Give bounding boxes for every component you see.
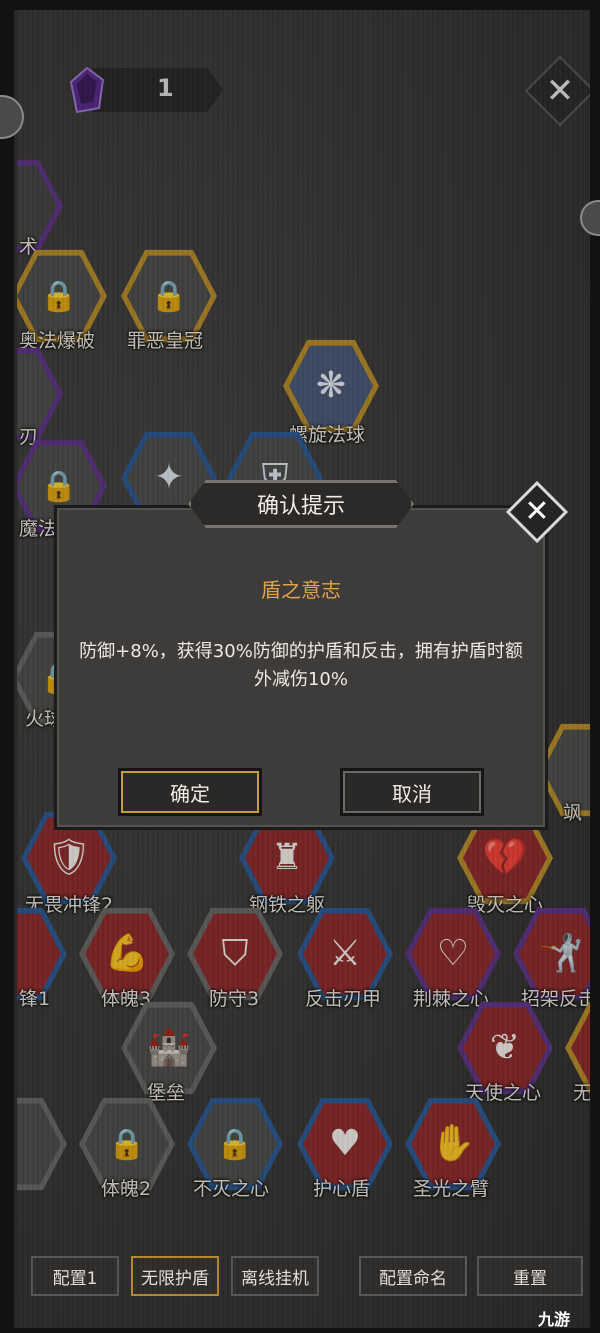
winged-heart-icon: ❦ bbox=[489, 1027, 521, 1068]
node-label: 荆棘之心 bbox=[413, 988, 490, 1010]
watermark-logo: 九游 bbox=[538, 1310, 571, 1329]
config1-button[interactable]: 配置1 bbox=[31, 1256, 119, 1296]
node-label: 圣光之臂 bbox=[413, 1178, 490, 1200]
castle-icon: 🏰 bbox=[146, 1027, 192, 1068]
node-label: 反击刃甲 bbox=[305, 988, 382, 1010]
node-label: 不灭之心 bbox=[193, 1178, 270, 1200]
skill-description: 防御+8%，获得30%防御的护盾和反击，拥有护盾时额外减伤10% bbox=[79, 641, 523, 690]
node-label: 体魄2 bbox=[101, 1178, 152, 1200]
bolt-icon: ✦ bbox=[153, 457, 185, 498]
broken-heart-icon: 💔 bbox=[482, 837, 528, 878]
lock-icon: 🔒 bbox=[108, 1126, 146, 1162]
skill-node[interactable] bbox=[17, 1097, 67, 1191]
node-label: 魔法 bbox=[19, 518, 58, 540]
confirm-button[interactable]: 确定 bbox=[118, 768, 262, 816]
fighters-icon: 🤺 bbox=[538, 933, 584, 974]
sword-knight-icon: ⚔ bbox=[328, 933, 362, 974]
dialog-title: 确认提示 bbox=[256, 494, 345, 519]
orb-cluster-icon: ❋ bbox=[315, 365, 347, 406]
lock-icon: 🔒 bbox=[150, 278, 188, 314]
close-icon: ✕ bbox=[524, 494, 550, 529]
reset-button[interactable]: 重置 bbox=[477, 1256, 583, 1296]
unlimited-shield-button[interactable]: 无限护盾 bbox=[131, 1256, 219, 1296]
node-label: 护心盾 bbox=[313, 1178, 371, 1200]
charging-warrior-icon: 🛡 bbox=[46, 837, 92, 878]
armored-knight-icon: ♜ bbox=[270, 837, 304, 878]
skill-name: 盾之意志 bbox=[261, 578, 341, 602]
glowing-hand-icon: ✋ bbox=[430, 1123, 476, 1164]
config-rename-button[interactable]: 配置命名 bbox=[359, 1256, 467, 1296]
dialog-title-plate: 确认提示 bbox=[188, 480, 414, 528]
node-label: 罪恶皇冠 bbox=[127, 330, 204, 352]
node-label: 防守3 bbox=[209, 988, 260, 1010]
lock-icon: 🔒 bbox=[40, 468, 78, 504]
lock-icon: 🔒 bbox=[40, 278, 78, 314]
crystal-gem-icon bbox=[67, 66, 107, 114]
currency-value: 1 bbox=[157, 74, 174, 102]
heart-shield-icon: ♥ bbox=[328, 1123, 362, 1164]
thorn-heart-icon: ♡ bbox=[436, 933, 470, 974]
node-label: 无 bbox=[573, 1078, 590, 1105]
cancel-button[interactable]: 取消 bbox=[340, 768, 484, 816]
close-icon: ✕ bbox=[545, 71, 575, 111]
lock-icon: 🔒 bbox=[216, 1126, 254, 1162]
offline-idle-button[interactable]: 离线挂机 bbox=[231, 1256, 319, 1296]
node-label: 锋1 bbox=[19, 988, 51, 1010]
muscle-man-icon: 💪 bbox=[104, 933, 150, 974]
shield-guard-icon: ⛉ bbox=[221, 933, 249, 974]
node-label: 飒 bbox=[563, 802, 583, 824]
node-label: 堡垒 bbox=[147, 1082, 186, 1104]
close-panel-button[interactable]: ✕ bbox=[524, 55, 590, 127]
